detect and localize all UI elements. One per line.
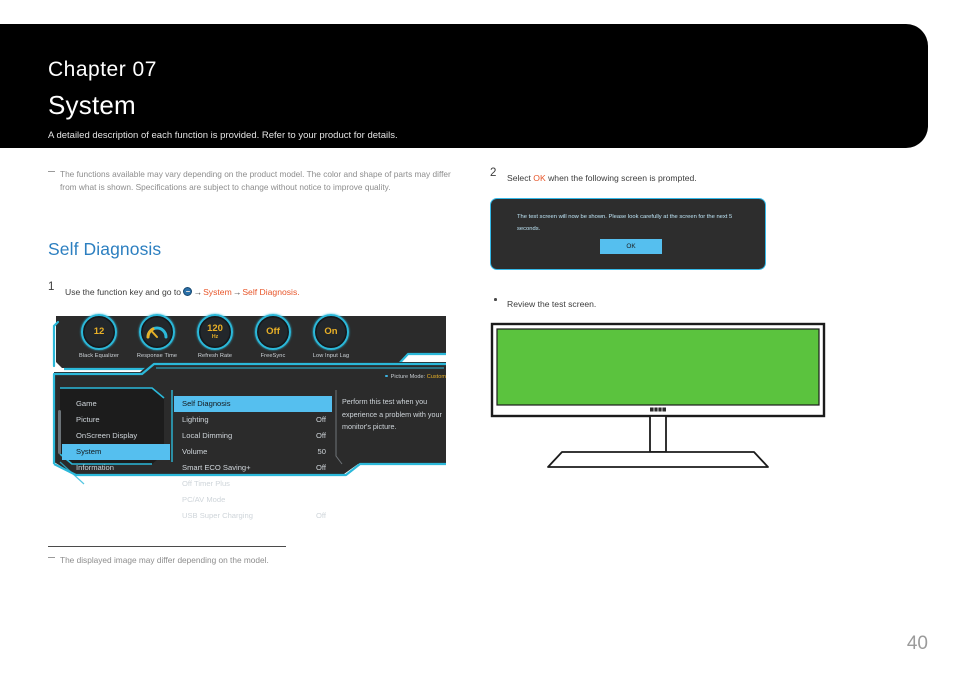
osd-option-off-timer-plus[interactable]: Off Timer Plus: [174, 476, 332, 492]
osd-option-value-4: Off: [316, 463, 326, 472]
osd-option-list: Self Diagnosis Lighting Off Local Dimmin…: [174, 396, 332, 524]
osd-nav-item-system[interactable]: System: [62, 444, 170, 460]
osd-option-label-2: Local Dimming: [182, 431, 233, 440]
picture-mode-label: Picture Mode:: [390, 374, 426, 380]
left-column: The functions available may vary dependi…: [48, 168, 458, 567]
step-2-suffix: when the following screen is prompted.: [545, 173, 697, 183]
gauge-value-0: 12: [93, 326, 105, 337]
step-1-number: 1: [48, 281, 55, 293]
link-system[interactable]: System: [203, 287, 232, 297]
step-1-text: Use the function key and go to →System→S…: [65, 287, 300, 297]
osd-option-usb-super-charging[interactable]: USB Super Charging Off: [174, 508, 332, 524]
gauge-response-time: Response Time: [128, 314, 186, 359]
footnote-divider: [48, 546, 286, 547]
osd-option-label-4: Smart ECO Saving+: [182, 463, 251, 472]
footnote-dash-icon-2: [48, 557, 55, 558]
gauge-low-input-lag: On Low Input Lag: [302, 314, 360, 359]
gauge-label-2: Refresh Rate: [197, 353, 233, 359]
gauge-value-3: Off: [266, 326, 280, 337]
osd-nav-item-picture[interactable]: Picture: [62, 412, 170, 428]
footnote-bottom-text: The displayed image may differ depending…: [60, 555, 269, 565]
osd-option-lighting[interactable]: Lighting Off: [174, 412, 332, 428]
bullet-review-test-screen: Review the test screen.: [490, 294, 900, 312]
osd-option-smart-eco-saving[interactable]: Smart ECO Saving+ Off: [174, 460, 332, 476]
osd-option-label-5: Off Timer Plus: [182, 479, 230, 488]
osd-option-value-3: 50: [317, 447, 326, 456]
gauge-ring-icon-0: 12: [81, 314, 117, 350]
osd-option-local-dimming[interactable]: Local Dimming Off: [174, 428, 332, 444]
osd-option-value-1: Off: [316, 415, 326, 424]
monitor-graphic: [490, 322, 826, 468]
osd-option-label-1: Lighting: [182, 415, 209, 424]
osd-option-label-6: PC/AV Mode: [182, 495, 226, 504]
footnote-top-text: The functions available may vary dependi…: [60, 169, 451, 192]
step-1: 1 Use the function key and go to →System…: [48, 281, 458, 300]
gauge-value-2: 120: [207, 323, 223, 334]
step-1-suffix: .: [297, 287, 300, 297]
step-2-number: 2: [490, 167, 497, 179]
footnote-top: The functions available may vary dependi…: [48, 168, 458, 194]
right-column: 2 Select OK when the following screen is…: [490, 167, 900, 474]
osd-option-label-3: Volume: [182, 447, 208, 456]
osd-option-value-2: Off: [316, 431, 326, 440]
chapter-label: Chapter 07: [48, 58, 157, 81]
arrow-icon-1: →: [193, 287, 203, 297]
gauge-freesync: Off FreeSync: [244, 314, 302, 359]
osd-option-label-7: USB Super Charging: [182, 511, 253, 520]
step-2: 2 Select OK when the following screen is…: [490, 167, 900, 186]
dialog-message: The test screen will now be shown. Pleas…: [517, 214, 733, 232]
gauge-ring-icon-3: Off: [255, 314, 291, 350]
osd-nav-item-information[interactable]: Information: [62, 460, 170, 476]
picture-mode-dot-icon: [385, 374, 388, 377]
gauge-label-0: Black Equalizer: [78, 353, 120, 359]
link-self-diagnosis[interactable]: Self Diagnosis: [242, 287, 297, 297]
page-root: Chapter 07 System A detailed description…: [0, 0, 954, 675]
step-1-prefix: Use the function key and go to: [65, 287, 184, 297]
step-2-text: Select OK when the following screen is p…: [507, 173, 697, 183]
gauge-value-4: On: [324, 326, 338, 337]
section-title: Self Diagnosis: [48, 239, 162, 259]
monitor-illustration: [490, 322, 826, 474]
gauge-black-equalizer: 12 Black Equalizer: [70, 314, 128, 359]
gauge-ring-icon-4: On: [313, 314, 349, 350]
osd-option-value-7: Off: [316, 511, 326, 520]
speedometer-icon: [146, 326, 168, 339]
footnote-dash-icon: [48, 171, 55, 172]
picture-mode-indicator: Picture Mode: Custom: [385, 374, 446, 380]
dialog-ok-button[interactable]: OK: [600, 239, 662, 254]
osd-dialog-mockup: The test screen will now be shown. Pleas…: [490, 198, 766, 270]
gauge-unit-2: Hz: [211, 334, 219, 340]
osd-nav-item-game[interactable]: Game: [62, 396, 170, 412]
osd-option-label-0: Self Diagnosis: [182, 399, 231, 408]
osd-option-volume[interactable]: Volume 50: [174, 444, 332, 460]
gauge-label-4: Low Input Lag: [312, 353, 350, 359]
bullet-text: Review the test screen.: [507, 299, 597, 309]
gauge-ring-icon-2: 120 Hz: [197, 314, 233, 350]
osd-description-panel: Perform this test when you experience a …: [342, 397, 442, 432]
gauge-label-1: Response Time: [136, 353, 178, 359]
gauge-refresh-rate: 120 Hz Refresh Rate: [186, 314, 244, 359]
chapter-description: A detailed description of each function …: [48, 130, 398, 141]
osd-nav-item-onscreen-display[interactable]: OnScreen Display: [62, 428, 170, 444]
osd-option-pc-av-mode[interactable]: PC/AV Mode: [174, 492, 332, 508]
chapter-header: Chapter 07 System A detailed description…: [0, 24, 928, 148]
page-title: System: [48, 90, 136, 120]
bullet-dot-icon: [494, 298, 497, 301]
picture-mode-value: Custom: [426, 374, 446, 380]
gauge-label-3: FreeSync: [260, 353, 286, 359]
footnote-bottom: The displayed image may differ depending…: [48, 554, 458, 567]
osd-gauge-row: 12 Black Equalizer Response Time 120 Hz …: [70, 314, 360, 359]
osd-mockup: 12 Black Equalizer Response Time 120 Hz …: [48, 312, 454, 532]
step-2-highlight: OK: [533, 173, 546, 183]
arrow-icon-2: →: [232, 287, 242, 297]
osd-nav-list: Game Picture OnScreen Display System Inf…: [62, 396, 170, 476]
step-2-prefix: Select: [507, 173, 534, 183]
gauge-ring-icon-1: [139, 314, 175, 350]
page-number: 40: [906, 633, 928, 654]
osd-option-self-diagnosis[interactable]: Self Diagnosis: [174, 396, 332, 412]
